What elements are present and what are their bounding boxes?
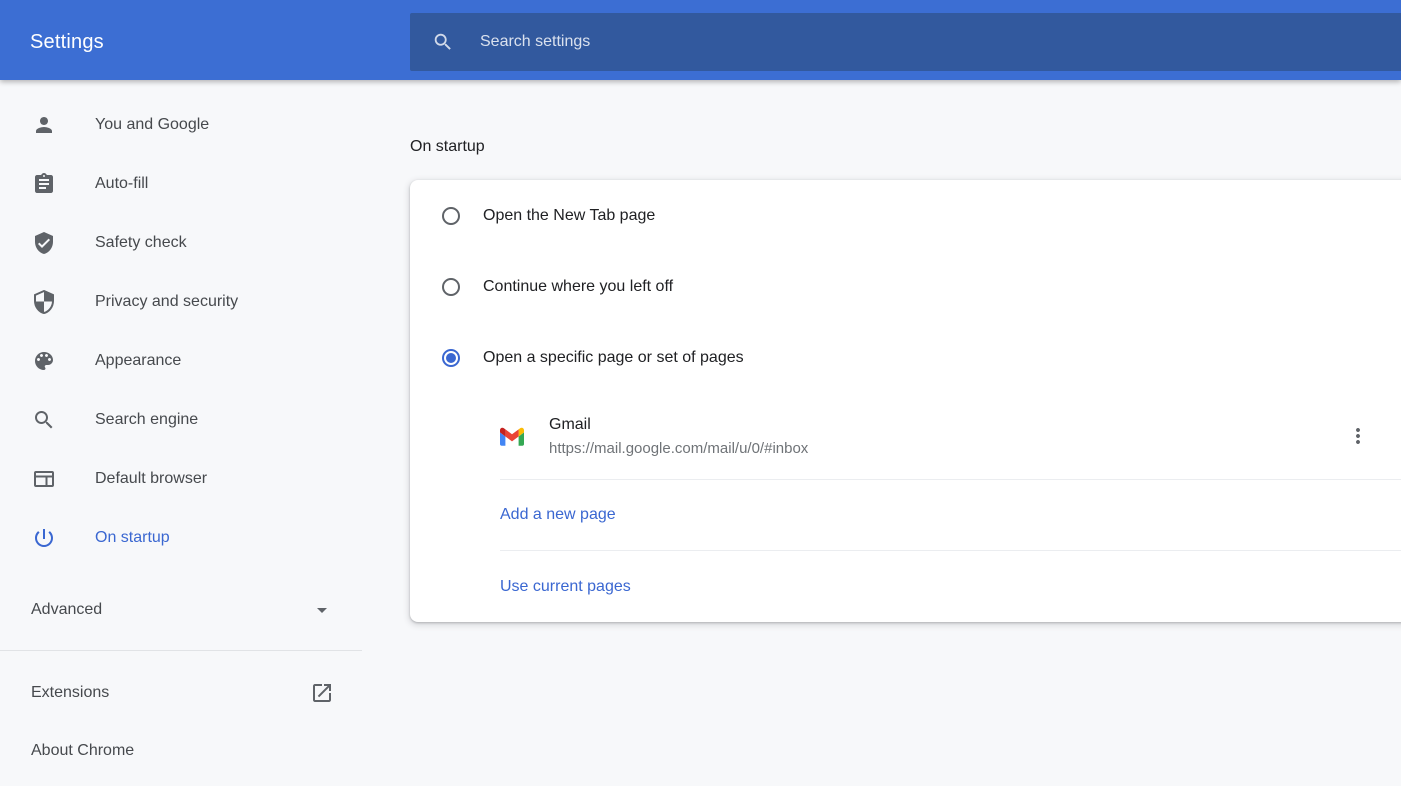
page-title: Settings [30, 0, 104, 84]
sidebar-item-extensions[interactable]: Extensions [0, 664, 362, 722]
sidebar-item-privacy-security[interactable]: Privacy and security [0, 272, 362, 331]
sidebar-item-on-startup[interactable]: On startup [0, 508, 362, 567]
gmail-icon [500, 427, 524, 446]
sidebar-item-advanced[interactable]: Advanced [0, 580, 362, 639]
add-new-page-row: Add a new page [410, 480, 1401, 550]
sidebar-item-you-and-google[interactable]: You and Google [0, 95, 362, 154]
shield-check-icon [32, 231, 56, 255]
page-info: Gmail https://mail.google.com/mail/u/0/#… [549, 416, 808, 457]
sidebar-item-safety-check[interactable]: Safety check [0, 213, 362, 272]
radio-button[interactable] [442, 349, 460, 367]
section-title: On startup [410, 134, 485, 160]
about-chrome-label: About Chrome [31, 742, 134, 760]
more-vert-icon [1346, 424, 1370, 448]
radio-option-open-new-tab[interactable]: Open the New Tab page [410, 180, 1401, 251]
settings-header: Settings [0, 0, 1401, 80]
sidebar-item-appearance[interactable]: Appearance [0, 331, 362, 390]
more-actions-button[interactable] [1344, 422, 1372, 450]
page-url: https://mail.google.com/mail/u/0/#inbox [549, 440, 808, 457]
option-label: Open the New Tab page [483, 207, 655, 225]
radio-button[interactable] [442, 278, 460, 296]
search-input[interactable] [478, 32, 1156, 52]
sidebar-item-label: Appearance [95, 352, 181, 370]
shield-quarters-icon [32, 290, 56, 314]
on-startup-card: Open the New Tab page Continue where you… [410, 180, 1401, 622]
settings-sidebar: You and Google Auto-fill Safety check Pr… [0, 80, 362, 786]
person-icon [32, 113, 56, 137]
power-icon [32, 526, 56, 550]
option-label: Open a specific page or set of pages [483, 349, 744, 367]
clipboard-icon [32, 172, 56, 196]
search-icon [432, 31, 454, 53]
radio-button[interactable] [442, 207, 460, 225]
sidebar-item-default-browser[interactable]: Default browser [0, 449, 362, 508]
extensions-label: Extensions [31, 684, 109, 702]
option-label: Continue where you left off [483, 278, 673, 296]
palette-icon [32, 349, 56, 373]
sidebar-item-search-engine[interactable]: Search engine [0, 390, 362, 449]
search-settings-box[interactable] [410, 13, 1401, 71]
sidebar-item-label: Auto-fill [95, 175, 148, 193]
sidebar-item-label: Default browser [95, 470, 207, 488]
open-in-new-icon [310, 681, 334, 705]
sidebar-item-label: Safety check [95, 234, 187, 252]
sidebar-divider [0, 650, 362, 651]
use-current-pages-row: Use current pages [410, 551, 1401, 622]
sidebar-item-label: On startup [95, 529, 170, 547]
page-name: Gmail [549, 416, 808, 434]
chevron-down-icon [310, 598, 334, 622]
main-content: On startup Open the New Tab page Continu… [362, 80, 1401, 786]
radio-option-continue-left-off[interactable]: Continue where you left off [410, 251, 1401, 322]
radio-option-open-specific-pages[interactable]: Open a specific page or set of pages [410, 322, 1401, 393]
use-current-pages-link[interactable]: Use current pages [500, 578, 631, 596]
sidebar-item-autofill[interactable]: Auto-fill [0, 154, 362, 213]
sidebar-item-label: Search engine [95, 411, 198, 429]
magnifier-icon [32, 408, 56, 432]
add-new-page-link[interactable]: Add a new page [500, 506, 616, 524]
sidebar-item-label: You and Google [95, 116, 209, 134]
sidebar-item-label: Privacy and security [95, 293, 238, 311]
browser-window-icon [32, 467, 56, 491]
sidebar-item-about-chrome[interactable]: About Chrome [0, 722, 362, 780]
advanced-label: Advanced [31, 601, 102, 619]
startup-page-row: Gmail https://mail.google.com/mail/u/0/#… [410, 393, 1401, 479]
